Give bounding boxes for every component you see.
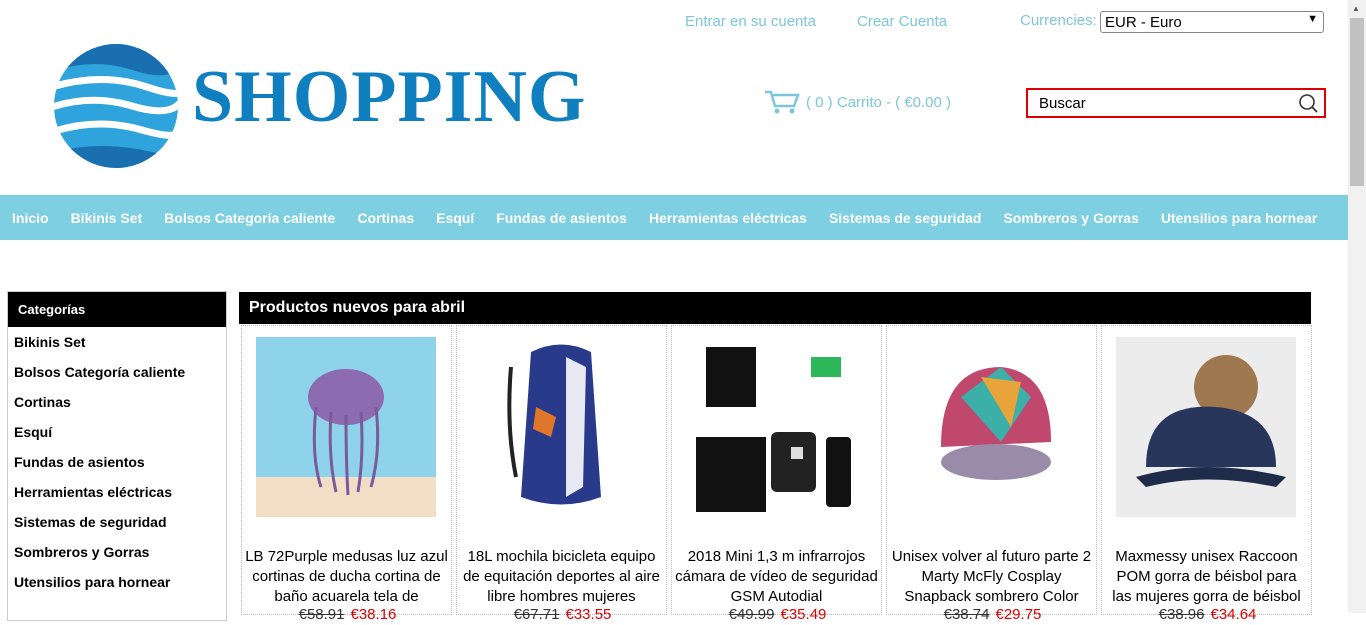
nav-item-utensilios[interactable]: Utensilios para hornear <box>1161 210 1317 226</box>
cart-summary: ( 0 ) Carrito - ( €0.00 ) <box>806 93 952 111</box>
sale-price: €29.75 <box>995 606 1042 623</box>
nav-item-sombreros[interactable]: Sombreros y Gorras <box>1003 210 1138 226</box>
nav-item-seguridad[interactable]: Sistemas de seguridad <box>829 210 982 226</box>
sidebar-item[interactable]: Esquí <box>8 417 226 447</box>
product-price: €38.96 €34.64 <box>1102 606 1313 623</box>
sidebar-item[interactable]: Bikinis Set <box>8 327 226 357</box>
product-card[interactable]: Maxmessy unisex Raccoon POM gorra de béi… <box>1101 325 1312 623</box>
scroll-up-icon[interactable]: ▲ <box>1352 4 1360 13</box>
sidebar-item[interactable]: Cortinas <box>8 387 226 417</box>
product-title[interactable]: Unisex volver al futuro parte 2 Marty Mc… <box>890 547 1093 607</box>
product-card[interactable]: Unisex volver al futuro parte 2 Marty Mc… <box>886 325 1097 623</box>
sale-price: €34.64 <box>1210 606 1257 623</box>
login-link[interactable]: Entrar en su cuenta <box>685 13 816 30</box>
product-price: €58.91 €38.16 <box>242 606 453 623</box>
product-card[interactable]: 2018 Mini 1,3 m infrarrojos cámara de ví… <box>671 325 882 623</box>
nav-item-inicio[interactable]: Inicio <box>12 210 49 226</box>
nav-item-fundas[interactable]: Fundas de asientos <box>496 210 627 226</box>
product-price: €67.71 €33.55 <box>457 606 668 623</box>
main-nav: Inicio Bikinis Set Bolsos Categoría cali… <box>0 195 1348 240</box>
nav-item-bikinis[interactable]: Bikinis Set <box>71 210 143 226</box>
currency-value: EUR - Euro <box>1105 14 1182 31</box>
page-scrollbar[interactable]: ▲ <box>1348 0 1366 613</box>
search-box[interactable]: Buscar <box>1026 88 1326 118</box>
product-card[interactable]: 18L mochila bicicleta equipo de equitaci… <box>456 325 667 623</box>
sidebar-item[interactable]: Utensilios para hornear <box>8 567 226 597</box>
product-card[interactable]: LB 72Purple medusas luz azul cortinas de… <box>241 325 452 623</box>
globe-logo-icon <box>54 44 178 168</box>
product-price: €49.99 €35.49 <box>672 606 883 623</box>
sale-price: €35.49 <box>780 606 827 623</box>
old-price: €38.96 <box>1158 606 1205 623</box>
sidebar-item[interactable]: Bolsos Categoría caliente <box>8 357 226 387</box>
product-image[interactable] <box>256 337 436 517</box>
nav-item-cortinas[interactable]: Cortinas <box>357 210 414 226</box>
sidebar-item[interactable]: Fundas de asientos <box>8 447 226 477</box>
sidebar-title: Categorías <box>8 292 226 327</box>
product-title[interactable]: 2018 Mini 1,3 m infrarrojos cámara de ví… <box>675 547 878 607</box>
product-title[interactable]: 18L mochila bicicleta equipo de equitaci… <box>460 547 663 607</box>
dropdown-arrow-icon: ▼ <box>1307 13 1318 25</box>
cart-link[interactable]: ( 0 ) Carrito - ( €0.00 ) <box>764 90 951 114</box>
product-image[interactable] <box>901 337 1081 517</box>
section-title: Productos nuevos para abril <box>239 292 1311 324</box>
search-input[interactable]: Buscar <box>1039 95 1086 112</box>
sidebar-item[interactable]: Sombreros y Gorras <box>8 537 226 567</box>
brand-name: SHOPPING <box>192 56 587 138</box>
old-price: €58.91 <box>298 606 345 623</box>
product-image[interactable] <box>471 337 651 517</box>
register-link[interactable]: Crear Cuenta <box>857 13 947 30</box>
product-image[interactable] <box>686 337 866 517</box>
nav-item-esqui[interactable]: Esquí <box>436 210 474 226</box>
category-sidebar: Categorías Bikinis Set Bolsos Categoría … <box>7 291 227 621</box>
nav-item-bolsos[interactable]: Bolsos Categoría caliente <box>164 210 335 226</box>
search-icon[interactable] <box>1298 93 1318 113</box>
currency-label: Currencies: <box>1020 12 1097 29</box>
old-price: €67.71 <box>513 606 560 623</box>
product-grid: LB 72Purple medusas luz azul cortinas de… <box>241 325 1312 625</box>
site-logo[interactable]: SHOPPING <box>52 42 585 170</box>
scroll-thumb[interactable] <box>1350 18 1364 186</box>
product-image[interactable] <box>1116 337 1296 517</box>
sale-price: €38.16 <box>350 606 397 623</box>
currency-select[interactable]: EUR - Euro ▼ <box>1100 11 1324 33</box>
product-title[interactable]: Maxmessy unisex Raccoon POM gorra de béi… <box>1105 547 1308 607</box>
sidebar-item[interactable]: Herramientas eléctricas <box>8 477 226 507</box>
old-price: €49.99 <box>728 606 775 623</box>
old-price: €38.74 <box>943 606 990 623</box>
cart-icon <box>765 90 800 114</box>
sale-price: €33.55 <box>565 606 612 623</box>
nav-item-herramientas[interactable]: Herramientas eléctricas <box>649 210 807 226</box>
product-title[interactable]: LB 72Purple medusas luz azul cortinas de… <box>245 547 448 607</box>
sidebar-item[interactable]: Sistemas de seguridad <box>8 507 226 537</box>
product-price: €38.74 €29.75 <box>887 606 1098 623</box>
